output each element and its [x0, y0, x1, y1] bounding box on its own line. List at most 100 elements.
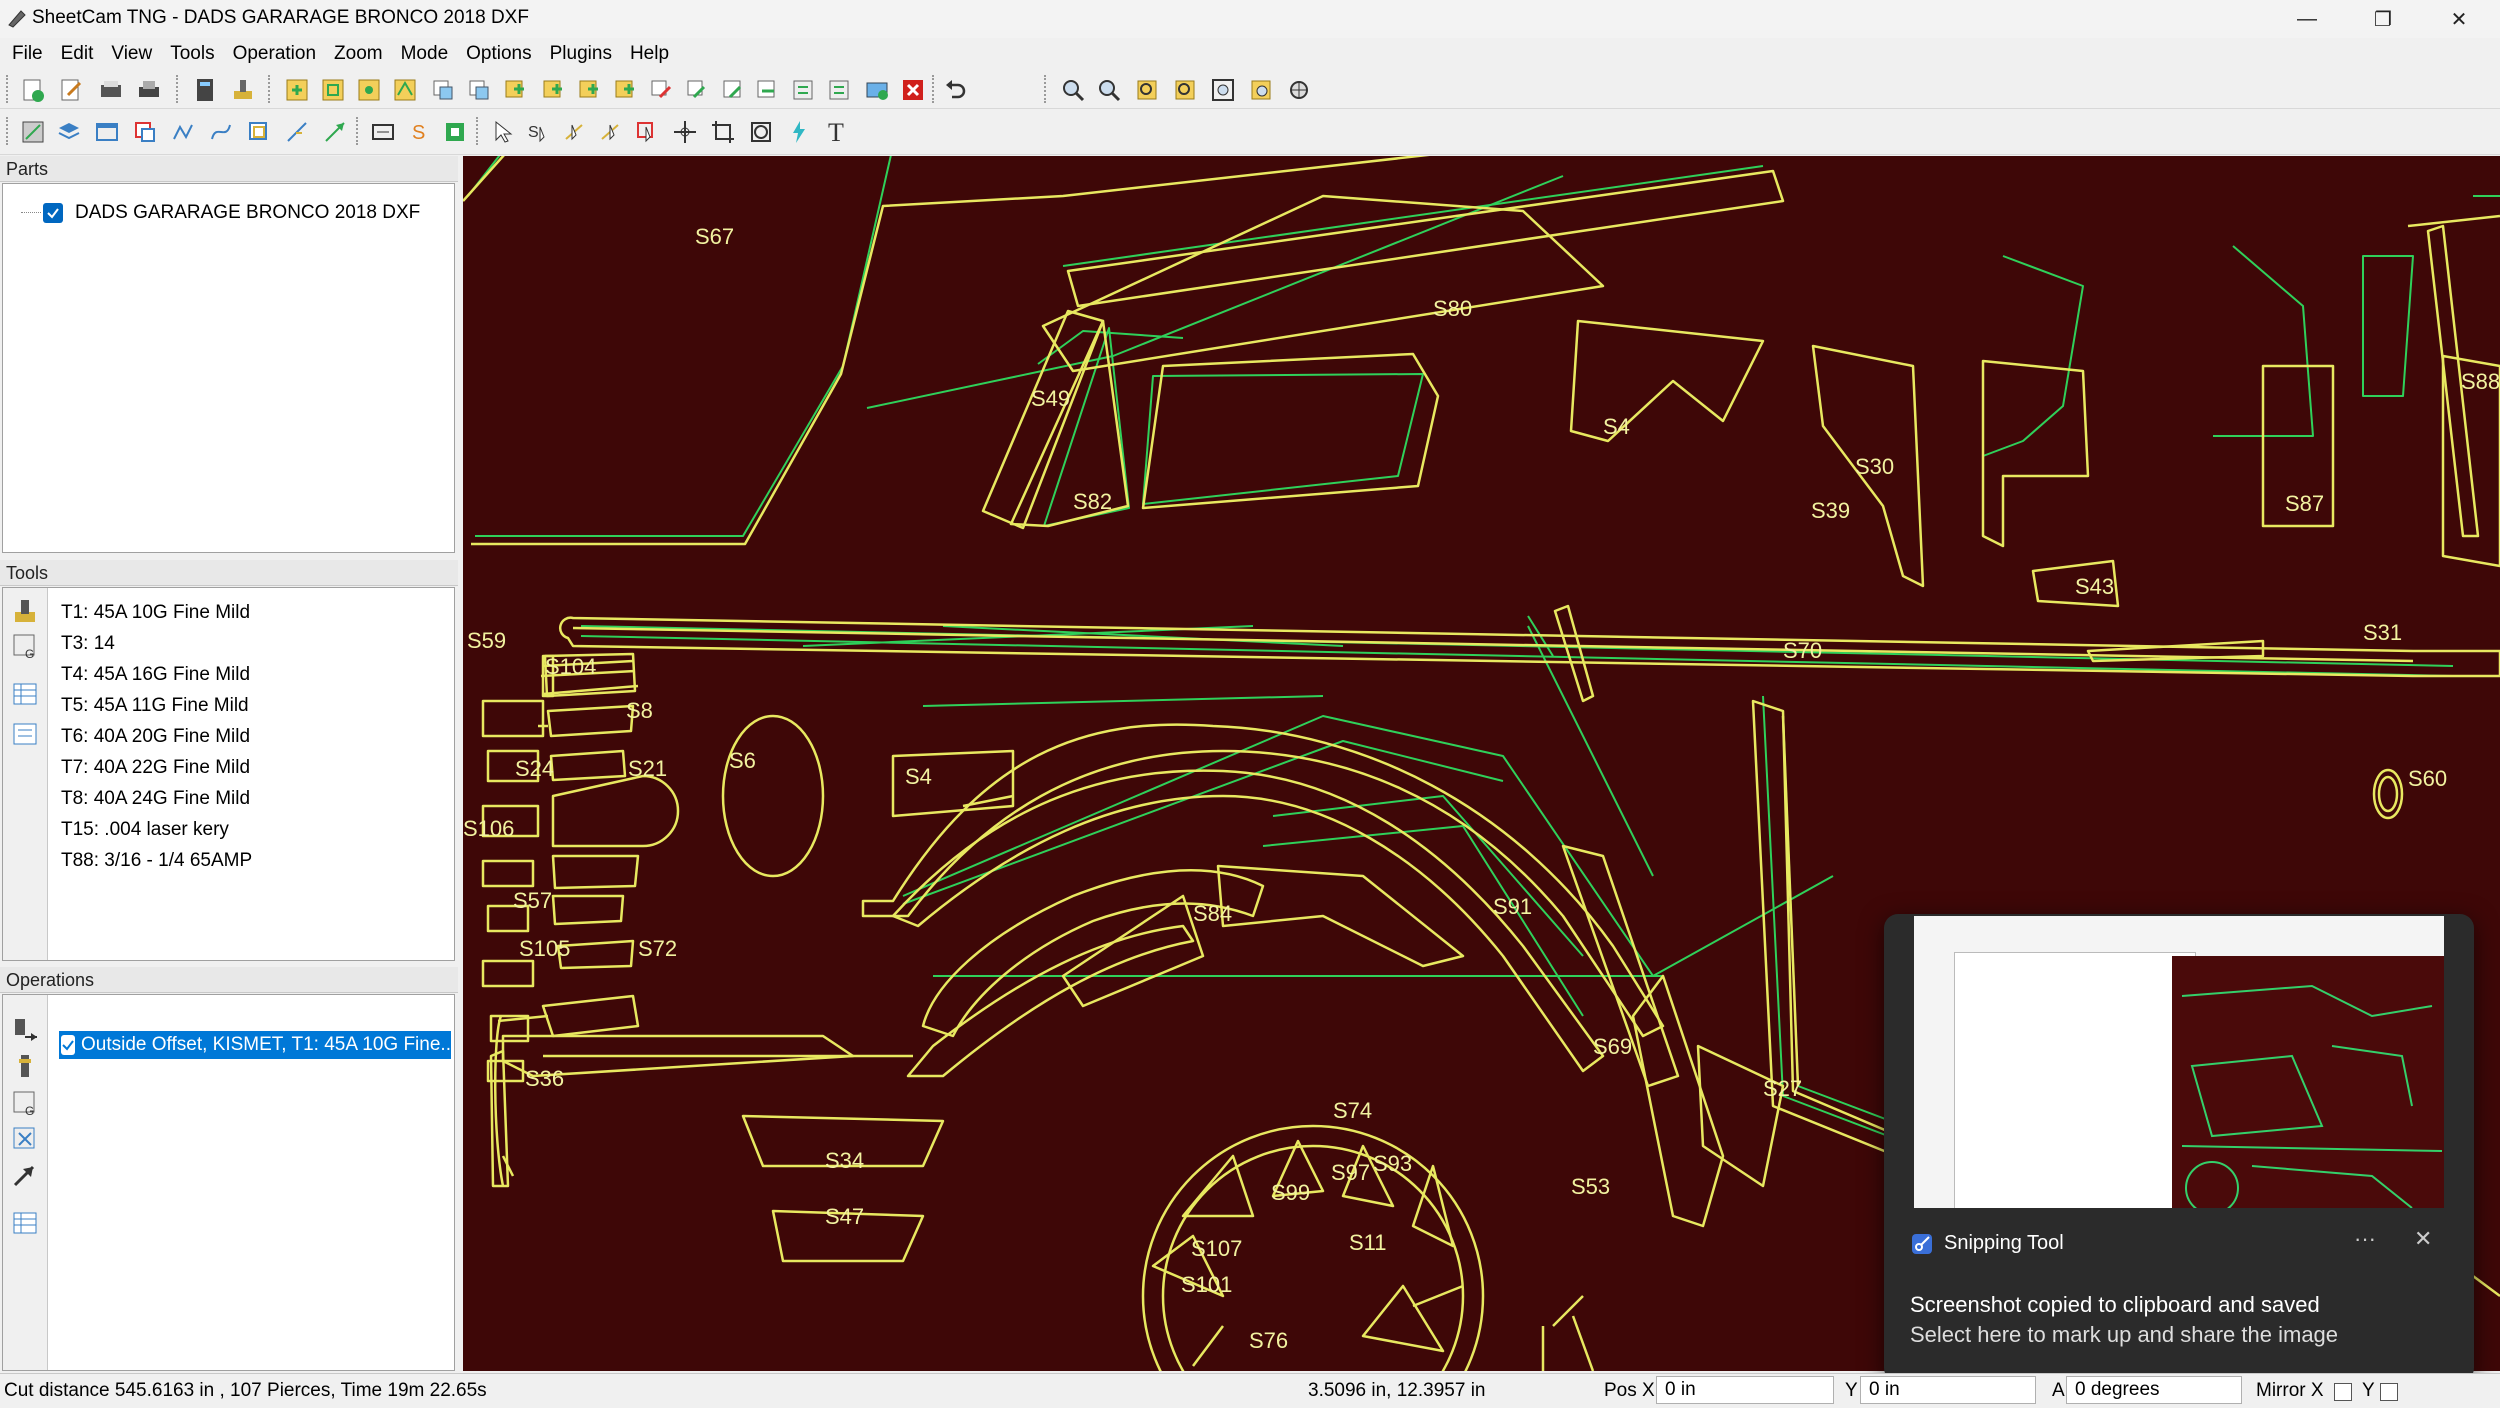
- add-drill-icon[interactable]: [354, 75, 384, 105]
- part-item[interactable]: DADS GARARAGE BRONCO 2018 DXF: [43, 202, 420, 224]
- menu-operation[interactable]: Operation: [225, 43, 326, 65]
- minimize-button[interactable]: —: [2270, 0, 2344, 38]
- select-pointer-icon[interactable]: [488, 117, 518, 147]
- maximize-button[interactable]: ❐: [2346, 0, 2420, 38]
- snipping-tool-notification[interactable]: Snipping Tool ··· ✕ Screenshot copied to…: [1884, 914, 2474, 1382]
- add-pause-icon[interactable]: [574, 75, 604, 105]
- part-checkbox[interactable]: [43, 203, 63, 223]
- tool-add-icon[interactable]: [11, 598, 39, 626]
- fit-icon[interactable]: [746, 117, 776, 147]
- pos-y-input[interactable]: 0 in: [1860, 1376, 2036, 1404]
- new-job-icon[interactable]: [18, 75, 48, 105]
- tool-item[interactable]: T88: 3/16 - 1/4 65AMP: [61, 850, 252, 872]
- op-list-icon[interactable]: [11, 1209, 39, 1237]
- zoom-window-icon[interactable]: [1132, 75, 1162, 105]
- tool-item[interactable]: T8: 40A 24G Fine Mild: [61, 788, 250, 810]
- tool-table-icon[interactable]: [228, 75, 258, 105]
- tool-item[interactable]: T5: 45A 11G Fine Mild: [61, 695, 249, 717]
- screenshot-thumbnail[interactable]: [1914, 916, 2444, 1208]
- toolbar-grip[interactable]: [6, 117, 12, 145]
- op-gcode-icon[interactable]: G: [11, 1089, 39, 1118]
- op-add-icon[interactable]: [11, 1017, 39, 1045]
- menu-zoom[interactable]: Zoom: [326, 43, 393, 65]
- add-operation-icon[interactable]: [862, 75, 892, 105]
- menu-help[interactable]: Help: [622, 43, 679, 65]
- tool-item[interactable]: T7: 40A 22G Fine Mild: [61, 757, 250, 779]
- move-start-icon[interactable]: [560, 117, 590, 147]
- add-lead-icon[interactable]: [682, 75, 712, 105]
- tool-table-icon[interactable]: [11, 680, 39, 708]
- op-drill-icon[interactable]: [11, 1053, 39, 1081]
- start-point-icon[interactable]: S: [404, 117, 434, 147]
- part-select-icon[interactable]: [130, 117, 160, 147]
- zoom-in-icon[interactable]: [1058, 75, 1088, 105]
- menu-plugins[interactable]: Plugins: [542, 43, 622, 65]
- add-outline-icon[interactable]: [282, 75, 312, 105]
- angle-input[interactable]: 0 degrees: [2066, 1376, 2242, 1404]
- operation-checkbox[interactable]: [61, 1035, 75, 1055]
- toolbar-grip[interactable]: [6, 75, 12, 103]
- tool-item[interactable]: T3: 14: [61, 633, 115, 655]
- add-script-icon[interactable]: [824, 75, 854, 105]
- nesting-icon[interactable]: [18, 117, 48, 147]
- menu-mode[interactable]: Mode: [393, 43, 459, 65]
- measure-icon[interactable]: [368, 117, 398, 147]
- add-rename-icon[interactable]: [788, 75, 818, 105]
- delete-icon[interactable]: [898, 75, 928, 105]
- line-tool-icon[interactable]: [282, 117, 312, 147]
- sheet-icon[interactable]: [92, 117, 122, 147]
- zoom-extents-icon[interactable]: [1208, 75, 1238, 105]
- print-icon[interactable]: [134, 75, 164, 105]
- tool-list-icon[interactable]: [11, 720, 39, 748]
- menu-view[interactable]: View: [103, 43, 162, 65]
- more-options-button[interactable]: ···: [2354, 1226, 2376, 1252]
- operation-item[interactable]: Outside Offset, KISMET, T1: 45A 10G Fine…: [59, 1031, 451, 1059]
- spline-icon[interactable]: [206, 117, 236, 147]
- close-window-button[interactable]: ✕: [2422, 0, 2496, 38]
- pos-x-input[interactable]: 0 in: [1656, 1376, 1834, 1404]
- text-tool-icon[interactable]: T: [822, 117, 852, 147]
- lead-edit-icon[interactable]: [596, 117, 626, 147]
- tabs-icon[interactable]: [440, 117, 470, 147]
- lightning-icon[interactable]: [784, 117, 814, 147]
- op-move-icon[interactable]: [11, 1161, 39, 1189]
- node-edit-icon[interactable]: [168, 117, 198, 147]
- menu-options[interactable]: Options: [458, 43, 541, 65]
- undo-icon[interactable]: [940, 75, 970, 105]
- zoom-tool-icon[interactable]: [1284, 75, 1314, 105]
- add-path-icon[interactable]: [428, 75, 458, 105]
- add-mark-icon[interactable]: [646, 75, 676, 105]
- zoom-out-icon[interactable]: [1094, 75, 1124, 105]
- arrow-tool-icon[interactable]: [320, 117, 350, 147]
- contour-icon[interactable]: [244, 117, 274, 147]
- crop-icon[interactable]: [708, 117, 738, 147]
- tool-item[interactable]: T4: 45A 16G Fine Mild: [61, 664, 250, 686]
- close-notification-button[interactable]: ✕: [2414, 1226, 2432, 1252]
- menu-file[interactable]: File: [4, 43, 53, 65]
- open-job-icon[interactable]: [96, 75, 126, 105]
- tool-item[interactable]: T15: .004 laser kery: [61, 819, 229, 841]
- tool-item[interactable]: T6: 40A 20G Fine Mild: [61, 726, 250, 748]
- add-rotate-icon[interactable]: [752, 75, 782, 105]
- add-tabs-icon[interactable]: [718, 75, 748, 105]
- zoom-all-icon[interactable]: [1170, 75, 1200, 105]
- add-pocket-icon[interactable]: [318, 75, 348, 105]
- menu-edit[interactable]: Edit: [53, 43, 104, 65]
- zoom-part-icon[interactable]: [1246, 75, 1276, 105]
- op-table-icon[interactable]: [11, 1125, 39, 1153]
- tool-item[interactable]: T1: 45A 10G Fine Mild: [61, 602, 250, 624]
- tab-edit-icon[interactable]: [632, 117, 662, 147]
- run-postprocessor-icon[interactable]: [190, 75, 220, 105]
- mirror-y-checkbox[interactable]: [2380, 1383, 2398, 1401]
- add-rotary-icon[interactable]: [464, 75, 494, 105]
- start-select-icon[interactable]: S: [524, 117, 554, 147]
- edit-job-icon[interactable]: [56, 75, 86, 105]
- add-engrave-icon[interactable]: [390, 75, 420, 105]
- tool-gcode-icon[interactable]: G: [11, 632, 39, 661]
- add-start-point-icon[interactable]: [500, 75, 530, 105]
- layers-icon[interactable]: [54, 117, 84, 147]
- mirror-x-checkbox[interactable]: [2334, 1383, 2352, 1401]
- move-icon[interactable]: [670, 117, 700, 147]
- add-gcode-icon[interactable]: [610, 75, 640, 105]
- menu-tools[interactable]: Tools: [162, 43, 224, 65]
